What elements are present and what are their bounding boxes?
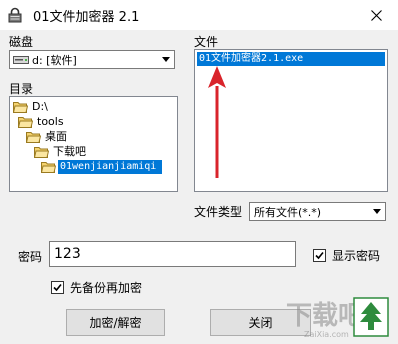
tree-item-root[interactable]: D:\ <box>13 99 50 114</box>
tree-item-tools[interactable]: tools <box>18 114 66 129</box>
close-icon <box>370 9 382 21</box>
main-window: 01文件加密器 2.1 磁盘 d: [软件] 目录 D:\ tools 桌面 下… <box>0 0 398 344</box>
folder-open-icon <box>34 146 49 158</box>
chevron-down-icon <box>372 209 381 214</box>
drive-dropdown-arrow[interactable] <box>157 51 174 68</box>
checkmark-icon <box>315 251 324 260</box>
close-label: 关闭 <box>248 316 273 330</box>
tree-item-desktop[interactable]: 桌面 <box>26 129 69 144</box>
svg-text:下载吧: 下载吧 <box>286 301 364 331</box>
checkmark-icon <box>53 283 62 292</box>
tree-item-label: D:\ <box>32 99 48 113</box>
lock-icon <box>8 7 22 23</box>
backup-checkbox[interactable]: 先备份再加密 <box>51 279 142 296</box>
checkbox-box[interactable] <box>313 249 326 262</box>
tree-item-01wenjianjiamiqi[interactable]: 01wenjianjiamiqi <box>41 159 163 174</box>
watermark-logo: 下载吧 ZaiXia.com <box>284 294 394 340</box>
encrypt-decrypt-label: 加密/解密 <box>89 316 142 330</box>
watermark-graphic: 下载吧 ZaiXia.com <box>286 297 389 339</box>
password-value: 123 <box>54 246 81 262</box>
drive-value: d: [软件] <box>32 54 77 67</box>
files-label: 文件 <box>194 35 219 49</box>
tree-item-label: tools <box>37 114 64 128</box>
folder-open-icon <box>26 131 41 143</box>
password-label: 密码 <box>18 250 43 264</box>
directory-label: 目录 <box>9 82 34 96</box>
tree-item-label: 01wenjianjiamiqi <box>58 159 163 174</box>
drive-select[interactable]: d: [软件] <box>9 50 175 69</box>
show-password-checkbox[interactable]: 显示密码 <box>313 247 380 264</box>
filetype-label: 文件类型 <box>194 205 243 219</box>
folder-open-icon <box>18 116 33 128</box>
file-item-label: 01文件加密器2.1.exe <box>199 53 304 64</box>
drive-label: 磁盘 <box>9 35 34 49</box>
title-bar[interactable]: 01文件加密器 2.1 <box>0 0 398 30</box>
tree-item-label: 下载吧 <box>53 144 86 158</box>
annotation-arrow <box>208 66 226 178</box>
checkbox-box[interactable] <box>51 281 64 294</box>
folder-open-icon <box>41 161 56 173</box>
folder-open-icon <box>13 101 28 113</box>
filetype-value: 所有文件(*.*) <box>254 206 322 219</box>
show-password-label: 显示密码 <box>332 249 381 263</box>
window-title: 01文件加密器 2.1 <box>33 10 140 25</box>
tree-item-downloads[interactable]: 下载吧 <box>34 144 88 159</box>
filetype-dropdown-arrow[interactable] <box>368 203 385 220</box>
directory-tree[interactable]: D:\ tools 桌面 下载吧 01wenjianjiamiqi <box>9 96 178 192</box>
close-window-button[interactable] <box>354 0 398 30</box>
password-input[interactable]: 123 <box>49 241 296 267</box>
svg-text:ZaiXia.com: ZaiXia.com <box>304 330 349 339</box>
filetype-select[interactable]: 所有文件(*.*) <box>249 202 386 221</box>
encrypt-decrypt-button[interactable]: 加密/解密 <box>66 309 165 336</box>
chevron-down-icon <box>161 57 170 62</box>
backup-label: 先备份再加密 <box>70 281 143 295</box>
tree-item-label: 桌面 <box>45 129 67 143</box>
drive-icon <box>13 56 29 64</box>
